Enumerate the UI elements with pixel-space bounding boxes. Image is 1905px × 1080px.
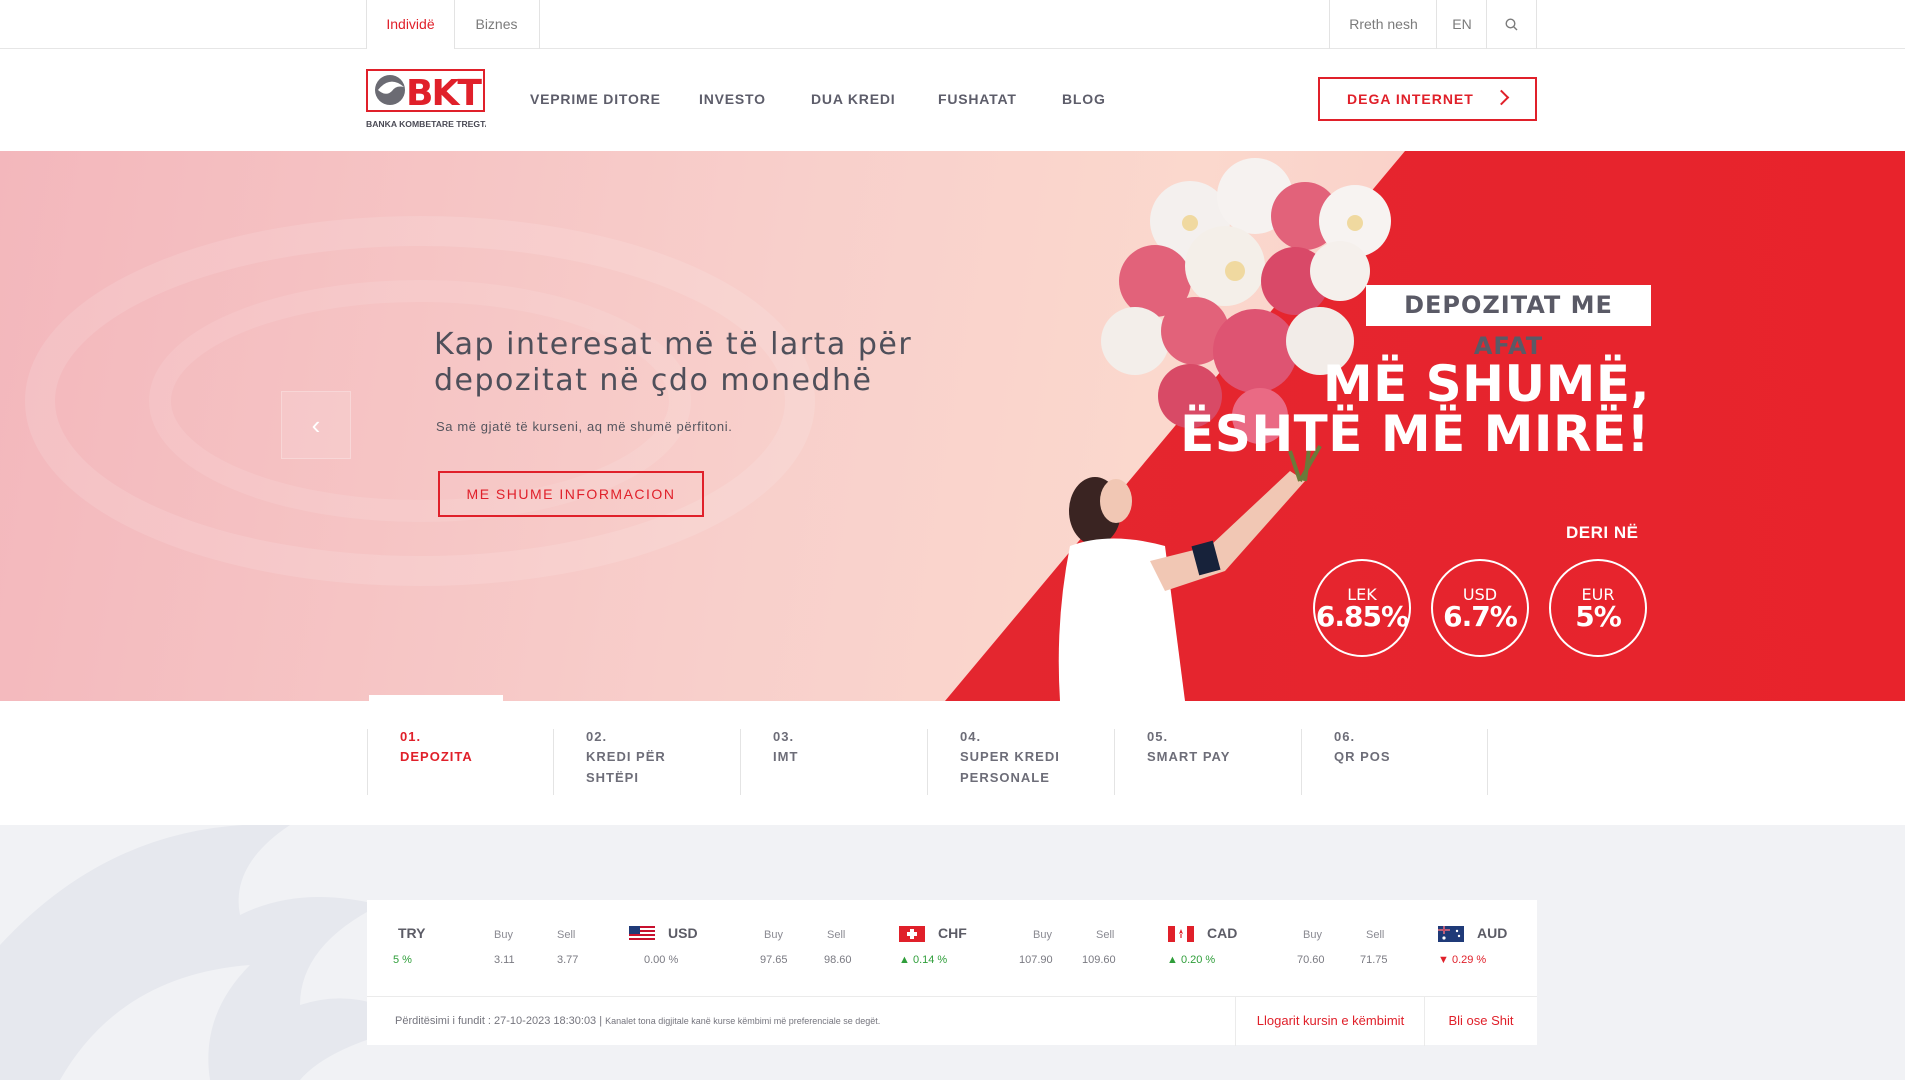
buy-header: Buy xyxy=(1033,929,1052,941)
active-slide-indicator xyxy=(369,695,503,701)
logo-mark: BKT xyxy=(406,73,482,114)
rates-updated-text: Përditësimi i fundit : 27-10-2023 18:30:… xyxy=(395,1015,880,1027)
slide-label: KREDI PËR SHTËPI xyxy=(586,749,666,785)
ch-flag-icon xyxy=(899,926,925,942)
search-button[interactable] xyxy=(1486,0,1537,49)
slide-navigation: 01. DEPOZITA 02. KREDI PËR SHTËPI 03. IM… xyxy=(0,695,1905,825)
carousel-prev-button[interactable]: ‹ xyxy=(281,391,351,459)
au-flag-icon xyxy=(1438,926,1464,942)
promo-headline-line2: ËSHTË MË MIRË! xyxy=(1180,405,1650,463)
main-header: BKT BANKA KOMBETARE TREGTARE VEPRIME DIT… xyxy=(0,49,1905,151)
rate-badge-usd: USD 6.7% xyxy=(1431,559,1529,657)
nav-fushatat[interactable]: FUSHATAT xyxy=(938,91,1017,107)
buy-header: Buy xyxy=(494,929,513,941)
nav-veprime-ditore[interactable]: VEPRIME DITORE xyxy=(530,91,661,107)
fx-buy-usd: 97.65 xyxy=(760,954,788,966)
hero-title: Kap interesat më të larta për depozitat … xyxy=(434,327,913,398)
fx-code-chf: CHF xyxy=(938,925,967,941)
buy-header: Buy xyxy=(1303,929,1322,941)
fx-change-aud: ▼ 0.29 % xyxy=(1438,954,1487,966)
hero-banner: Kap interesat më të larta për depozitat … xyxy=(0,151,1905,701)
fx-change-cad: ▲ 0.20 % xyxy=(1167,954,1216,966)
slide-number: 04. xyxy=(960,729,982,744)
slide-label: IMT xyxy=(773,749,799,764)
woman-face xyxy=(1100,479,1132,523)
promo-tag: DEPOZITAT ME AFAT xyxy=(1366,285,1651,360)
chevron-right-icon xyxy=(1493,89,1510,106)
slide-label: QR POS xyxy=(1334,749,1391,764)
fx-buy-cad: 70.60 xyxy=(1297,954,1325,966)
rate-value: 5% xyxy=(1575,600,1622,633)
slide-tab-depozita[interactable]: 01. DEPOZITA xyxy=(367,729,554,795)
rate-value: 6.85% xyxy=(1315,600,1409,633)
rates-footer: Përditësimi i fundit : 27-10-2023 18:30:… xyxy=(367,996,1537,1046)
ca-flag-icon xyxy=(1168,926,1194,942)
sell-header: Sell xyxy=(1096,929,1115,941)
dega-internet-button[interactable]: DEGA INTERNET xyxy=(1318,77,1537,121)
fx-buy-try: 3.11 xyxy=(494,954,515,966)
slide-tab-smart-pay[interactable]: 05. SMART PAY xyxy=(1114,729,1301,795)
exchange-rates-section: TRY 5 % Buy Sell 3.11 3.77 USD 0.00 % Bu… xyxy=(0,825,1905,1080)
slide-number: 02. xyxy=(586,729,608,744)
nav-dua-kredi[interactable]: DUA KREDI xyxy=(811,91,895,107)
fx-change-value: 0.20 % xyxy=(1180,954,1216,966)
fx-sell-try: 3.77 xyxy=(557,954,579,966)
buy-header: Buy xyxy=(764,929,783,941)
fx-change-chf: ▲ 0.14 % xyxy=(899,954,948,966)
rates-updated-label: Përditësimi i fundit : 27-10-2023 18:30:… xyxy=(395,1015,603,1027)
slide-tab-imt[interactable]: 03. IMT xyxy=(740,729,927,795)
slide-tab-qr-pos[interactable]: 06. QR POS xyxy=(1301,729,1488,795)
fx-change-try: 5 % xyxy=(393,954,412,966)
about-link[interactable]: Rreth nesh xyxy=(1329,0,1437,49)
logo-tagline: BANKA KOMBETARE TREGTARE xyxy=(366,119,486,129)
dega-internet-label: DEGA INTERNET xyxy=(1347,91,1474,107)
rate-badge-eur: EUR 5% xyxy=(1549,559,1647,657)
slide-number: 03. xyxy=(773,729,795,744)
slide-number: 05. xyxy=(1147,729,1169,744)
fx-sell-usd: 98.60 xyxy=(824,954,852,966)
fx-code-try: TRY xyxy=(398,925,426,941)
slide-label: DEPOZITA xyxy=(400,749,473,764)
tab-individe[interactable]: Individë xyxy=(366,0,455,50)
sell-header: Sell xyxy=(557,929,576,941)
exchange-rates-card: TRY 5 % Buy Sell 3.11 3.77 USD 0.00 % Bu… xyxy=(367,900,1537,1046)
nav-investo[interactable]: INVESTO xyxy=(699,91,766,107)
slide-label: SUPER KREDI PERSONALE xyxy=(960,749,1060,785)
us-flag-icon xyxy=(629,926,655,942)
fx-code-usd: USD xyxy=(668,925,698,941)
more-info-button[interactable]: ME SHUME INFORMACION xyxy=(438,471,704,517)
calculate-rate-link[interactable]: Llogarit kursin e këmbimit xyxy=(1235,997,1425,1046)
fx-sell-cad: 71.75 xyxy=(1360,954,1388,966)
tab-biznes[interactable]: Biznes xyxy=(454,0,540,50)
fx-change-usd: 0.00 % xyxy=(644,954,679,966)
chevron-left-icon: ‹ xyxy=(311,410,321,440)
slide-number: 01. xyxy=(400,729,422,744)
slide-number: 06. xyxy=(1334,729,1356,744)
rate-value: 6.7% xyxy=(1443,600,1518,633)
top-bar: Individë Biznes Rreth nesh EN xyxy=(0,0,1905,50)
rates-note: Kanalet tona digjitale kanë kurse këmbim… xyxy=(605,1016,881,1026)
fx-code-cad: CAD xyxy=(1207,925,1238,941)
buy-sell-link[interactable]: Bli ose Shit xyxy=(1424,997,1537,1046)
bkt-logo[interactable]: BKT BANKA KOMBETARE TREGTARE xyxy=(366,69,503,131)
slide-tab-kredi-shtepi[interactable]: 02. KREDI PËR SHTËPI xyxy=(553,729,740,795)
nav-blog[interactable]: BLOG xyxy=(1062,91,1106,107)
promo-deri-label: DERI NË xyxy=(1566,523,1639,542)
slide-tab-super-kredi[interactable]: 04. SUPER KREDI PERSONALE xyxy=(927,729,1114,795)
hero-subtitle: Sa më gjatë të kurseni, aq më shumë përf… xyxy=(436,419,733,434)
fx-sell-chf: 109.60 xyxy=(1082,954,1116,966)
sell-header: Sell xyxy=(827,929,846,941)
fx-buy-chf: 107.90 xyxy=(1019,954,1053,966)
search-icon xyxy=(1505,18,1518,31)
fx-code-aud: AUD xyxy=(1477,925,1508,941)
fx-change-value: 0.14 % xyxy=(912,954,948,966)
slide-label: SMART PAY xyxy=(1147,749,1231,764)
sell-header: Sell xyxy=(1366,929,1385,941)
rate-badge-lek: LEK 6.85% xyxy=(1313,559,1411,657)
language-switch[interactable]: EN xyxy=(1436,0,1487,49)
fx-change-value: 0.29 % xyxy=(1451,954,1487,966)
